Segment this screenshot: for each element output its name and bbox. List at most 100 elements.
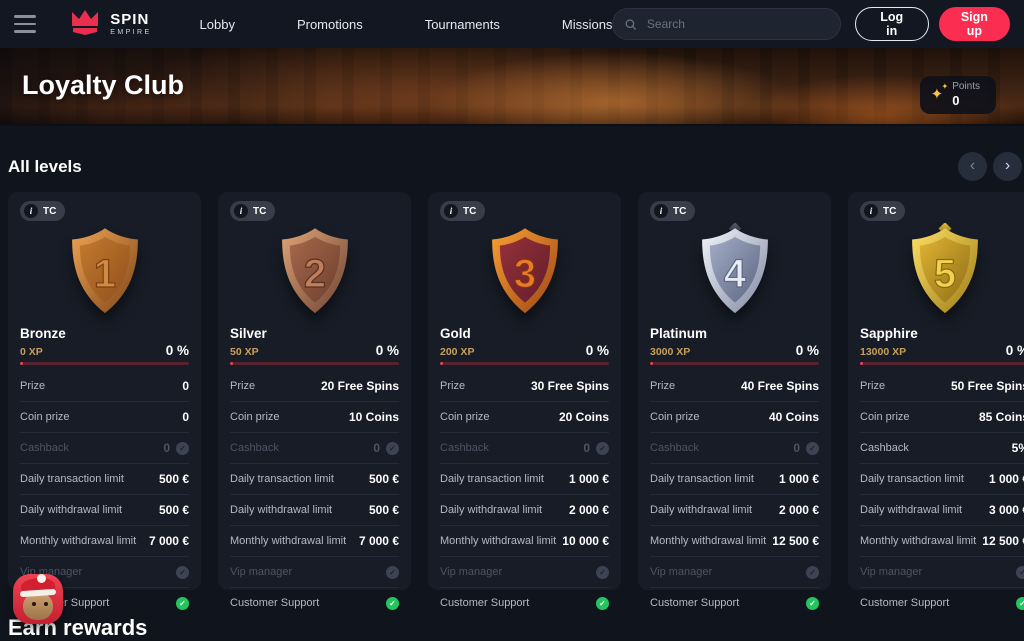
benefit-row: Daily withdrawal limit 500 € bbox=[20, 495, 189, 526]
level-percent: 0 % bbox=[586, 343, 609, 358]
hero-banner: Loyalty Club ✦ Points 0 bbox=[0, 48, 1024, 126]
tc-badge[interactable]: i TC bbox=[440, 201, 485, 221]
benefit-value: 85 Coins bbox=[979, 410, 1024, 424]
brand-logo[interactable]: SPIN EMPIRE bbox=[68, 9, 151, 39]
benefit-row: Customer Support ✓ bbox=[440, 588, 609, 618]
benefit-label: Daily transaction limit bbox=[440, 473, 544, 485]
level-percent: 0 % bbox=[1006, 343, 1024, 358]
tc-label: TC bbox=[673, 206, 686, 217]
benefits-table: Prize 50 Free Spins Coin prize 85 Coins … bbox=[860, 371, 1024, 618]
menu-icon[interactable] bbox=[14, 15, 36, 33]
benefit-value: 1 000 € bbox=[779, 472, 819, 486]
benefit-value: 0 bbox=[182, 410, 189, 424]
benefit-row: Cashback 5% bbox=[860, 433, 1024, 464]
carousel-prev-button[interactable]: ‹ bbox=[958, 152, 987, 181]
carousel-next-button[interactable]: › bbox=[993, 152, 1022, 181]
search-input[interactable] bbox=[645, 16, 828, 32]
xp-row: 0 XP 0 % bbox=[20, 343, 189, 358]
locked-check-icon: ✓ bbox=[806, 566, 819, 579]
benefit-row: Daily transaction limit 500 € bbox=[20, 464, 189, 495]
benefit-value: 50 Free Spins bbox=[951, 379, 1024, 393]
benefit-value: 7 000 € bbox=[359, 534, 399, 548]
benefit-value: 2 000 € bbox=[779, 503, 819, 517]
login-button[interactable]: Log in bbox=[855, 7, 929, 41]
locked-check-icon: ✓ bbox=[176, 442, 189, 455]
benefit-label: Customer Support bbox=[230, 597, 319, 609]
benefit-row: Daily withdrawal limit 3 000 € bbox=[860, 495, 1024, 526]
level-card-bronze: i TC 1 Bronze 0 XP 0 % Prize 0 Coin priz… bbox=[8, 192, 201, 590]
benefit-value: 10 Coins bbox=[349, 410, 399, 424]
level-xp: 200 XP bbox=[440, 346, 474, 358]
nav-item-tournaments[interactable]: Tournaments bbox=[425, 17, 500, 32]
page-title: Loyalty Club bbox=[22, 70, 1024, 101]
benefits-table: Prize 20 Free Spins Coin prize 10 Coins … bbox=[230, 371, 399, 618]
benefit-row: Monthly withdrawal limit 12 500 € bbox=[860, 526, 1024, 557]
locked-check-icon: ✓ bbox=[596, 442, 609, 455]
level-percent: 0 % bbox=[376, 343, 399, 358]
benefit-row: Customer Support ✓ bbox=[860, 588, 1024, 618]
level-card-gold: i TC 3 Gold 200 XP 0 % Prize 30 Free Spi… bbox=[428, 192, 621, 590]
carousel-arrows: ‹ › bbox=[958, 152, 1022, 181]
benefit-label: Daily transaction limit bbox=[650, 473, 754, 485]
all-levels-header: All levels ‹ › bbox=[8, 152, 1022, 181]
benefit-label: Coin prize bbox=[860, 411, 910, 423]
benefit-label: Customer Support bbox=[440, 597, 529, 609]
benefit-label: Daily transaction limit bbox=[20, 473, 124, 485]
benefit-label: Prize bbox=[440, 380, 465, 392]
benefit-value: 0 bbox=[163, 441, 170, 455]
benefit-value: 0 bbox=[373, 441, 380, 455]
main-nav: Lobby Promotions Tournaments Missions bbox=[200, 17, 613, 32]
level-name: Gold bbox=[440, 326, 609, 341]
svg-text:4: 4 bbox=[723, 252, 745, 296]
level-card-sapphire: i TC 5 Sapphire 13000 XP 0 % Prize 50 Fr… bbox=[848, 192, 1024, 590]
benefit-row: Daily transaction limit 1 000 € bbox=[650, 464, 819, 495]
check-icon: ✓ bbox=[596, 597, 609, 610]
tc-badge[interactable]: i TC bbox=[650, 201, 695, 221]
levels-carousel: i TC 1 Bronze 0 XP 0 % Prize 0 Coin priz… bbox=[8, 192, 1024, 590]
search-box[interactable] bbox=[612, 8, 840, 40]
level-shield-icon: 5 bbox=[860, 223, 1024, 321]
nav-item-missions[interactable]: Missions bbox=[562, 17, 613, 32]
benefits-table: Prize 40 Free Spins Coin prize 40 Coins … bbox=[650, 371, 819, 618]
points-badge[interactable]: ✦ Points 0 bbox=[920, 76, 996, 114]
benefit-label: Daily transaction limit bbox=[230, 473, 334, 485]
check-icon: ✓ bbox=[176, 597, 189, 610]
logo-subtitle: EMPIRE bbox=[110, 29, 151, 36]
benefit-label: Coin prize bbox=[440, 411, 490, 423]
tc-label: TC bbox=[43, 206, 56, 217]
benefit-row: Coin prize 85 Coins bbox=[860, 402, 1024, 433]
nav-item-promotions[interactable]: Promotions bbox=[297, 17, 363, 32]
benefit-row: Monthly withdrawal limit 7 000 € bbox=[230, 526, 399, 557]
tc-badge[interactable]: i TC bbox=[230, 201, 275, 221]
benefit-row: Prize 40 Free Spins bbox=[650, 371, 819, 402]
benefit-label: Monthly withdrawal limit bbox=[440, 535, 556, 547]
tc-badge[interactable]: i TC bbox=[860, 201, 905, 221]
benefit-value: 20 Coins bbox=[559, 410, 609, 424]
points-value: 0 bbox=[952, 93, 980, 109]
benefit-value: 12 500 € bbox=[772, 534, 819, 548]
benefit-label: Cashback bbox=[20, 442, 69, 454]
benefit-value: 40 Free Spins bbox=[741, 379, 819, 393]
support-chat-avatar[interactable] bbox=[11, 566, 65, 624]
level-progress-bar bbox=[20, 362, 189, 365]
info-icon: i bbox=[864, 204, 878, 218]
benefit-label: Monthly withdrawal limit bbox=[650, 535, 766, 547]
benefit-label: Cashback bbox=[650, 442, 699, 454]
benefit-row: Daily withdrawal limit 500 € bbox=[230, 495, 399, 526]
level-shield-icon: 1 bbox=[20, 223, 189, 321]
benefit-row: Daily transaction limit 1 000 € bbox=[440, 464, 609, 495]
benefit-value: 500 € bbox=[159, 472, 189, 486]
level-xp: 0 XP bbox=[20, 346, 43, 358]
benefit-value: 0 bbox=[793, 441, 800, 455]
nav-item-lobby[interactable]: Lobby bbox=[200, 17, 235, 32]
tc-badge[interactable]: i TC bbox=[20, 201, 65, 221]
benefit-row: Vip manager ✓ bbox=[650, 557, 819, 588]
benefit-label: Daily withdrawal limit bbox=[650, 504, 752, 516]
benefit-label: Vip manager bbox=[650, 566, 712, 578]
signup-button[interactable]: Sign up bbox=[939, 7, 1010, 41]
benefit-label: Vip manager bbox=[440, 566, 502, 578]
benefit-label: Customer Support bbox=[860, 597, 949, 609]
benefits-table: Prize 30 Free Spins Coin prize 20 Coins … bbox=[440, 371, 609, 618]
level-name: Bronze bbox=[20, 326, 189, 341]
benefit-row: Daily transaction limit 500 € bbox=[230, 464, 399, 495]
